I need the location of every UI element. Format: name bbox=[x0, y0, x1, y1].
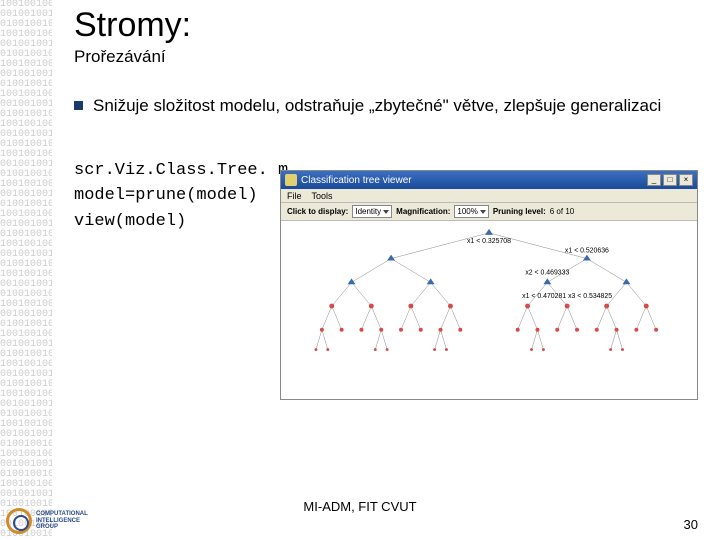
tree-svg: x1 < 0.325708 x1 < 0.520636 x2 < 0.46933… bbox=[281, 221, 697, 399]
titlebar: Classification tree viewer _ □ × bbox=[281, 171, 697, 189]
background-binary-pattern: 100100100 001001001 010010010 100100100 … bbox=[0, 0, 52, 540]
window-title: Classification tree viewer bbox=[301, 175, 412, 186]
menu-tools[interactable]: Tools bbox=[312, 191, 333, 201]
close-button[interactable]: × bbox=[679, 174, 693, 186]
click-display-select[interactable]: Identity bbox=[352, 205, 392, 218]
menu-file[interactable]: File bbox=[287, 191, 302, 201]
minimize-button[interactable]: _ bbox=[647, 174, 661, 186]
slide-title: Stromy: bbox=[74, 6, 700, 45]
maximize-button[interactable]: □ bbox=[663, 174, 677, 186]
node-r2a: x1 < 0.520636 bbox=[565, 248, 609, 255]
node-root: x1 < 0.325708 bbox=[467, 238, 511, 245]
footer-text: MI-ADM, FIT CVUT bbox=[0, 499, 720, 514]
logo: COMPUTATIONAL INTELLIGENCE GROUP bbox=[6, 508, 88, 534]
magnification-label: Magnification: bbox=[396, 207, 450, 216]
node-r2b: x2 < 0.469333 bbox=[525, 269, 569, 276]
tree-viewer-window: Classification tree viewer _ □ × File To… bbox=[280, 170, 698, 400]
page-number: 30 bbox=[684, 517, 698, 532]
bullet-item: Snižuje složitost modelu, odstraňuje „zb… bbox=[74, 95, 700, 118]
tree-canvas: x1 < 0.325708 x1 < 0.520636 x2 < 0.46933… bbox=[281, 221, 697, 399]
logo-icon bbox=[6, 508, 32, 534]
toolbar: Click to display: Identity Magnification… bbox=[281, 203, 697, 221]
bullet-square-icon bbox=[74, 101, 83, 110]
magnification-select[interactable]: 100% bbox=[454, 205, 488, 218]
app-icon bbox=[285, 174, 297, 186]
logo-text: COMPUTATIONAL INTELLIGENCE GROUP bbox=[36, 511, 88, 531]
node-r3: x1 < 0.470281 x3 < 0.534825 bbox=[522, 293, 612, 300]
pruning-value: 6 of 10 bbox=[550, 207, 574, 216]
pruning-label: Pruning level: bbox=[493, 207, 546, 216]
menu-bar: File Tools bbox=[281, 189, 697, 203]
slide-subtitle: Prořezávání bbox=[74, 47, 700, 67]
bullet-text: Snižuje složitost modelu, odstraňuje „zb… bbox=[93, 95, 661, 118]
click-display-label: Click to display: bbox=[287, 207, 348, 216]
